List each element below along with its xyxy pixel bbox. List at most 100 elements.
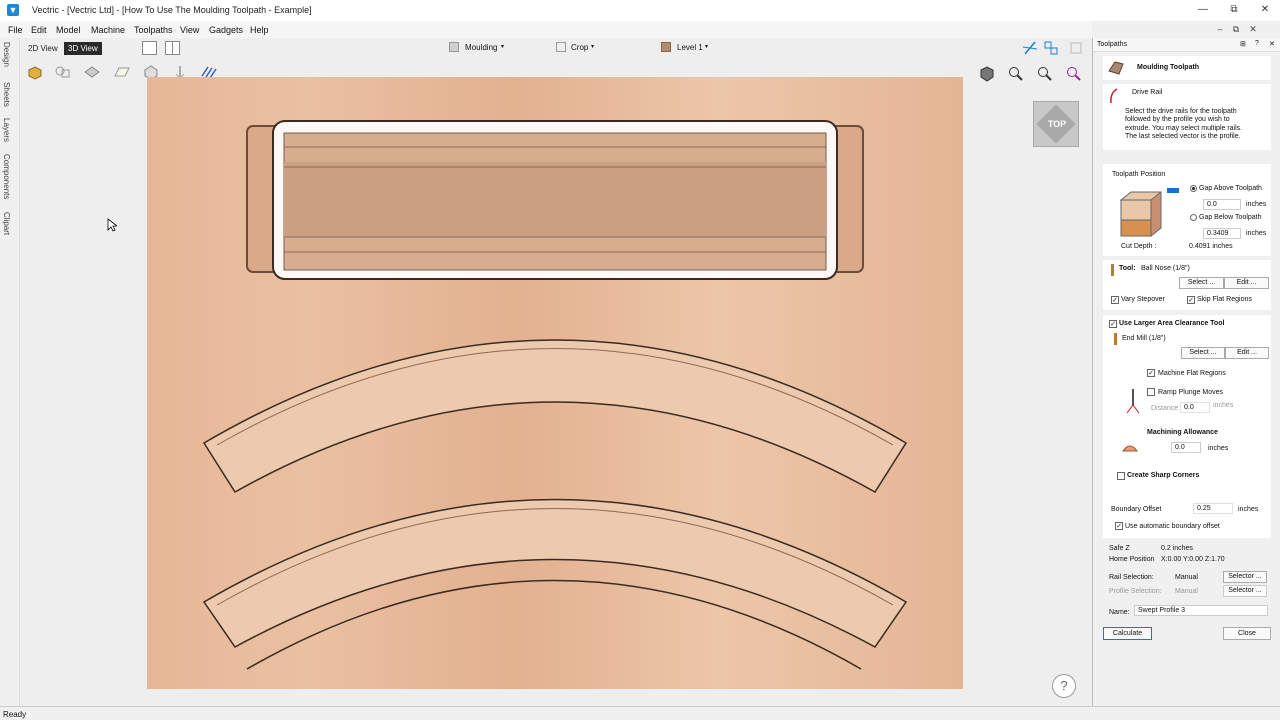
- allowance-input[interactable]: 0.0: [1171, 442, 1201, 453]
- menu-view[interactable]: View: [180, 25, 199, 35]
- machine-flat-checkbox[interactable]: ✓: [1147, 369, 1155, 377]
- gap-above-radio[interactable]: [1190, 185, 1197, 192]
- crop-dropdown-label: Crop: [571, 43, 589, 52]
- material-board: [147, 77, 963, 689]
- tool-value: Ball Nose (1/8"): [1141, 265, 1190, 272]
- curved-moulding-upper: [202, 339, 908, 494]
- crop-dropdown[interactable]: Crop ▾: [556, 42, 601, 54]
- skip-flat-checkbox[interactable]: ✓: [1187, 296, 1195, 304]
- menu-help[interactable]: Help: [250, 25, 269, 35]
- ramp-plunge-label: Ramp Plunge Moves: [1158, 389, 1223, 396]
- help-button[interactable]: ?: [1052, 674, 1076, 698]
- gap-above-input[interactable]: 0.0: [1203, 199, 1241, 210]
- vary-stepover-checkbox[interactable]: ✓: [1111, 296, 1119, 304]
- rail-selection-value: Manual: [1175, 574, 1198, 581]
- ramp-icon: [1126, 389, 1140, 414]
- snap-icon: [1022, 41, 1038, 55]
- vary-stepover-label: Vary Stepover: [1121, 296, 1165, 303]
- plane-icon[interactable]: [113, 64, 131, 80]
- menu-model[interactable]: Model: [56, 25, 81, 35]
- tab-clipart[interactable]: Clipart: [2, 212, 11, 235]
- larger-clearance-checkbox[interactable]: ✓: [1109, 320, 1117, 328]
- mdi-minimize-icon[interactable]: –: [1213, 24, 1227, 36]
- moulding-preview: [202, 120, 908, 670]
- texture-icon[interactable]: [83, 64, 101, 80]
- mdi-close-icon[interactable]: ✕: [1246, 24, 1260, 36]
- tab-components[interactable]: Components: [2, 154, 11, 199]
- menu-file[interactable]: File: [8, 25, 23, 35]
- moulding-dropdown[interactable]: Moulding ▾: [449, 42, 509, 54]
- safe-z-value: 0.2 inches: [1161, 545, 1193, 552]
- title-bar: ▼ Vectric - [Vectric Ltd] - [How To Use …: [0, 0, 1280, 21]
- drive-rail-desc-3: extrude. You may select multiple rails.: [1125, 125, 1243, 132]
- profile-selection-value: Manual: [1175, 588, 1198, 595]
- close-button[interactable]: Close: [1223, 627, 1271, 640]
- mdi-restore-icon[interactable]: ⧉: [1229, 24, 1243, 36]
- 2d-view-tab[interactable]: 2D View: [24, 42, 62, 55]
- boundary-box: Boundary Offset 0.25 inches ✓ Use automa…: [1103, 496, 1271, 538]
- shapes-icon[interactable]: [54, 64, 72, 80]
- end-mill-tool-icon: [1114, 333, 1117, 345]
- ramp-plunge-checkbox[interactable]: [1147, 388, 1155, 396]
- clearance-edit-button[interactable]: Edit ...: [1225, 347, 1269, 359]
- chevron-down-icon: ▾: [705, 44, 709, 50]
- gap-below-input[interactable]: 0.3409: [1203, 228, 1241, 239]
- distance-input[interactable]: 0.0: [1180, 402, 1210, 413]
- name-label: Name:: [1109, 609, 1130, 616]
- material-setup-icon[interactable]: [26, 64, 44, 80]
- close-window-button[interactable]: ✕: [1250, 2, 1280, 18]
- calculate-button[interactable]: Calculate: [1103, 627, 1152, 640]
- moulding-toolpath-icon: [1108, 61, 1124, 75]
- create-sharp-checkbox[interactable]: [1117, 472, 1125, 480]
- left-tab-strip: Design Sheets Layers Components Clipart: [0, 38, 20, 706]
- auto-boundary-checkbox[interactable]: ✓: [1115, 522, 1123, 530]
- menu-edit[interactable]: Edit: [31, 25, 47, 35]
- zoom-extents-icon[interactable]: [1008, 66, 1024, 82]
- crop-icon: [556, 42, 566, 52]
- minimize-button[interactable]: —: [1188, 2, 1218, 18]
- level-dropdown-label: Level 1: [677, 43, 703, 52]
- clearance-tool-box: ✓ Use Larger Area Clearance Tool End Mil…: [1103, 315, 1271, 499]
- single-layout-icon[interactable]: [142, 41, 157, 55]
- rail-selector-button[interactable]: Selector ...: [1223, 571, 1267, 583]
- auto-boundary-label: Use automatic boundary offset: [1125, 523, 1220, 530]
- 3d-view-tab[interactable]: 3D View: [64, 42, 102, 55]
- level-dropdown[interactable]: Level 1 ▾: [661, 42, 711, 54]
- clearance-select-button[interactable]: Select ...: [1181, 347, 1225, 359]
- close-icon[interactable]: ✕: [1269, 40, 1275, 48]
- home-position-label: Home Position: [1109, 556, 1155, 563]
- profile-selector-button[interactable]: Selector ...: [1223, 585, 1267, 597]
- menu-bar: File Edit Model Machine Toolpaths View G…: [0, 21, 1092, 38]
- toolpath-panel: Toolpaths ⊞ ? ✕ Moulding Toolpath Drive …: [1092, 38, 1280, 706]
- shaded-view-icon[interactable]: [979, 66, 995, 82]
- toolpath-name-input[interactable]: Swept Profile 3: [1134, 605, 1268, 616]
- cut-depth-value: 0.4091 inches: [1189, 243, 1233, 250]
- pin-icon[interactable]: ⊞: [1240, 40, 1246, 48]
- tool-edit-button[interactable]: Edit ...: [1224, 277, 1269, 289]
- view-cube[interactable]: TOP: [1033, 101, 1079, 147]
- tab-layers[interactable]: Layers: [2, 118, 11, 142]
- view-cube-top-label: TOP: [1047, 119, 1067, 129]
- toolpath-header-box: Moulding Toolpath: [1103, 56, 1271, 80]
- node-edit-icon: [1044, 41, 1058, 55]
- gap-below-units: inches: [1246, 230, 1267, 237]
- menu-gadgets[interactable]: Gadgets: [209, 25, 243, 35]
- zoom-selection-icon[interactable]: [1066, 66, 1082, 82]
- boundary-offset-input[interactable]: 0.25: [1193, 503, 1233, 514]
- menu-machine[interactable]: Machine: [91, 25, 125, 35]
- gap-above-units: inches: [1246, 201, 1267, 208]
- drive-rail-icon: [1110, 88, 1118, 104]
- maximize-button[interactable]: ⧉: [1219, 2, 1249, 18]
- tool-select-button[interactable]: Select ...: [1179, 277, 1224, 289]
- drive-rail-desc-4: The last selected vector is the profile.: [1125, 133, 1241, 140]
- help-icon[interactable]: ?: [1255, 40, 1259, 47]
- tool-label: Tool:: [1119, 265, 1136, 272]
- gap-below-radio[interactable]: [1190, 214, 1197, 221]
- mouse-cursor-icon: [107, 218, 117, 232]
- menu-toolpaths[interactable]: Toolpaths: [134, 25, 173, 35]
- tab-design[interactable]: Design: [2, 42, 11, 67]
- view-tools-icons[interactable]: [1021, 40, 1086, 56]
- split-layout-icon[interactable]: [165, 41, 180, 55]
- zoom-icon[interactable]: [1037, 66, 1053, 82]
- tab-sheets[interactable]: Sheets: [2, 82, 11, 107]
